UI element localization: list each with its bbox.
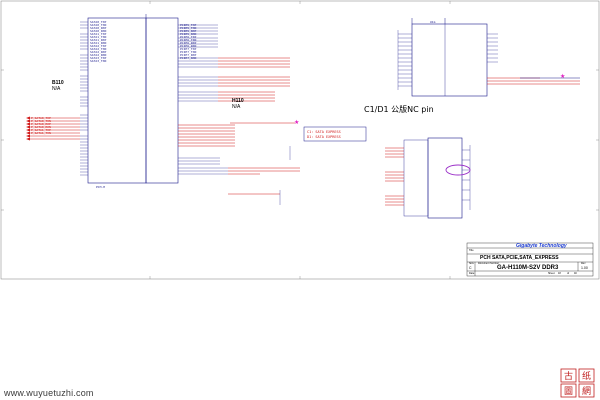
title-label: Title [469, 249, 474, 252]
h110-na-label: N/A [232, 104, 241, 110]
size-value: C [469, 266, 472, 270]
svg-text:圖: 圖 [564, 386, 573, 397]
connector-right-stubs [487, 33, 498, 63]
blue-mid-stubs [178, 146, 291, 205]
note-box-line1: C1: SATA EXPRESS [307, 130, 341, 134]
c1d1-note: C1/D1 公版NC pin [364, 105, 434, 114]
sheet-title: PCH SATA,PCIE,SATA_EXPRESS [480, 255, 559, 261]
site-logo: 古 纸 圖 網 [560, 368, 595, 398]
pch-block-right [145, 17, 179, 184]
sheet-label: Sheet [548, 272, 555, 275]
sata-express-ic [427, 137, 463, 219]
note-box-line2: D1: SATA EXPRESS [307, 135, 341, 139]
connector-red-nets [487, 77, 580, 85]
connector-left-stubs [397, 30, 412, 90]
connector-block [411, 23, 488, 97]
sata-express-ic-inner [403, 139, 429, 217]
company-name: Gigabyte Technology [516, 243, 567, 249]
sheet-total: 40 [574, 272, 577, 275]
rev-label: Rev [581, 262, 586, 265]
pin-label: SATA3_TXN [90, 59, 107, 63]
connector-star: ★ [560, 73, 565, 80]
lower-mid-nets [178, 122, 300, 195]
b110-na-label: N/A [52, 86, 61, 92]
rev-value: 1.00 [581, 266, 588, 270]
note-star-mid: ★ [294, 119, 299, 126]
left-pin-stubs [80, 21, 88, 176]
of-label: of [567, 272, 570, 275]
pch-bottom-label: PCH-H [96, 185, 106, 189]
ic-right-stubs [462, 145, 471, 210]
pin-label: PCIE7_RXN [180, 56, 197, 60]
watermark-text: www.wuyuetuzhi.com [4, 388, 94, 398]
ic-red-nets [385, 147, 404, 206]
model-name: GA-H110M-S2V DDR3 [497, 265, 559, 271]
size-label: Size [469, 262, 474, 265]
svg-text:網: 網 [582, 385, 591, 397]
red-net-lines-mid [218, 57, 290, 102]
doc-number-label: Document Number [478, 262, 499, 265]
date-label: Date: [469, 272, 475, 275]
sheet-number: 18 [558, 272, 561, 275]
connector-ref-label: U1G [430, 20, 436, 24]
svg-text:古: 古 [564, 370, 573, 382]
svg-text:纸: 纸 [582, 370, 591, 382]
red-net-arrows-left [26, 116, 30, 141]
net-label: P_SATA1_TXN [31, 131, 51, 135]
